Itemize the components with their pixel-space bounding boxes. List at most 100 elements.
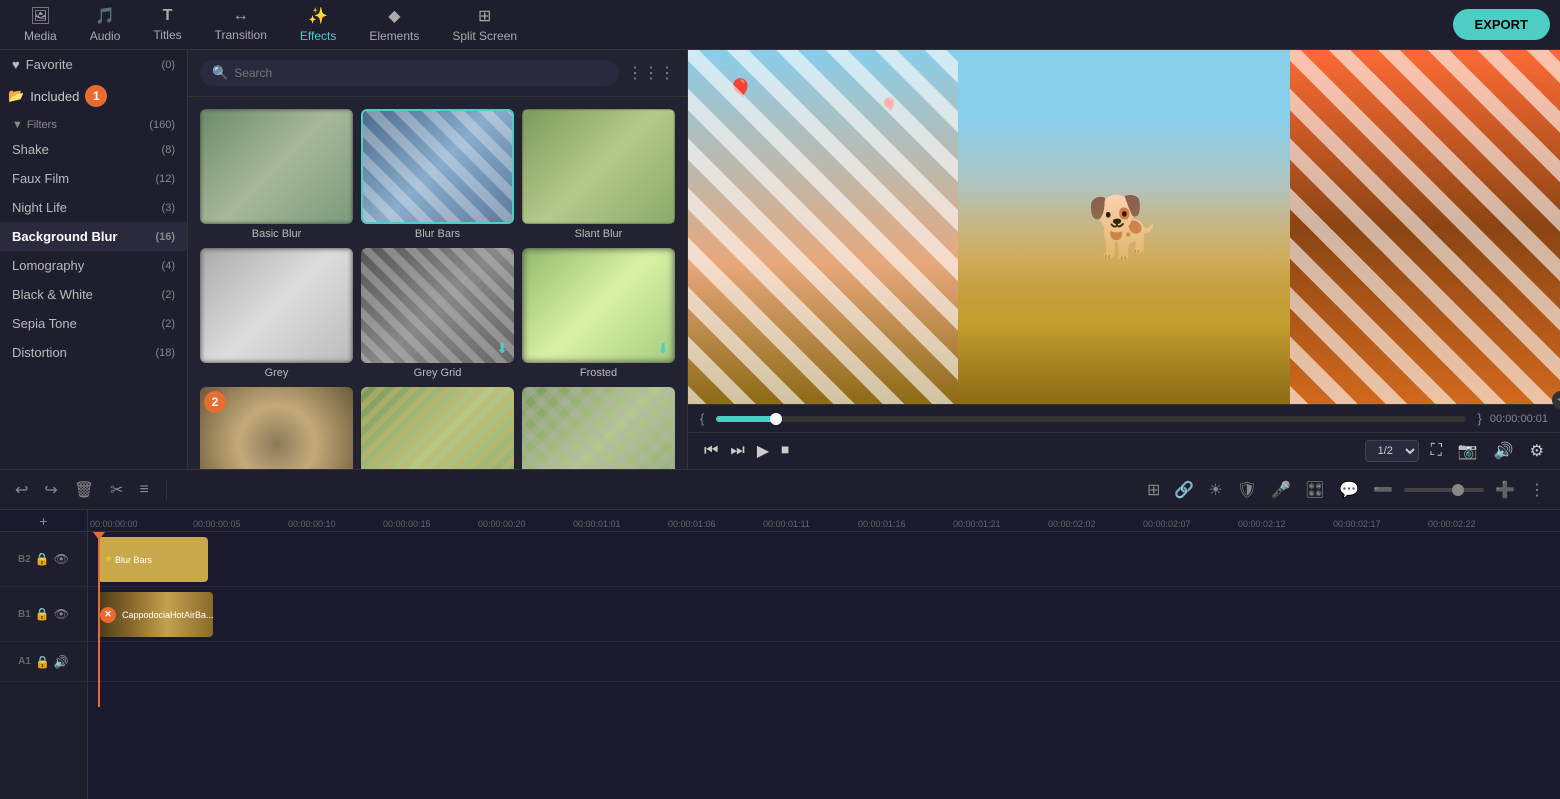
grid-layout-icon[interactable]: ⋮⋮⋮ [627, 63, 675, 83]
properties-button[interactable]: ≡ [137, 478, 152, 502]
zoom-handle[interactable] [1452, 484, 1464, 496]
nav-effects[interactable]: ✨ Effects [286, 2, 350, 47]
volume-button[interactable]: 🔊 [1490, 437, 1518, 465]
redo-button[interactable]: ↪ [41, 477, 60, 503]
step-back-button[interactable]: ⏭ [726, 438, 748, 464]
step-badge-1: 1 [85, 85, 107, 107]
add-track-button[interactable]: ⊞ [1144, 477, 1163, 503]
undo-button[interactable]: ↩ [12, 477, 31, 503]
effect-slant-blur[interactable]: Slant Blur [522, 109, 675, 240]
nav-transition[interactable]: ↔ Transition [201, 3, 281, 46]
subtitle-button[interactable]: 💬 [1336, 477, 1362, 503]
shake-label: Shake [12, 142, 49, 157]
timeline: ↩ ↪ 🗑 ✂ ≡ ⊞ 🔗 ☀ 🛡 🎤 🎛 💬 ➖ ➕ ⋮ + [0, 469, 1560, 799]
effect-grey-grid[interactable]: ⬇ Grey Grid [361, 248, 514, 379]
effect-blur-bars[interactable]: Blur Bars [361, 109, 514, 240]
nav-media[interactable]: 🖼 Media [10, 2, 71, 47]
sidebar-item-included[interactable]: 📂 Included 1 ◀ [0, 79, 187, 113]
nav-effects-label: Effects [300, 29, 336, 43]
cut-button[interactable]: ✂ [107, 477, 126, 503]
settings-button[interactable]: ⚙ [1526, 437, 1548, 465]
track-1-label: B1 🔒 👁 [0, 587, 87, 642]
sidebar-item-lomography[interactable]: Lomography (4) [0, 251, 187, 280]
nav-splitscreen[interactable]: ⊞ Split Screen [438, 2, 531, 47]
magnet-button[interactable]: 🔗 [1171, 477, 1197, 503]
nav-splitscreen-label: Split Screen [452, 29, 517, 43]
bracket-start: { [700, 411, 704, 426]
distortion-count: (18) [155, 347, 175, 359]
quality-select[interactable]: 1/2 [1365, 440, 1419, 462]
search-box[interactable]: 🔍 [200, 60, 619, 86]
delete-button[interactable]: 🗑 [71, 477, 97, 503]
sidebar-item-night-life[interactable]: Night Life (3) [0, 193, 187, 222]
snapshot-button[interactable]: 📷 [1454, 437, 1482, 465]
add-media-button[interactable]: + [39, 513, 47, 529]
black-white-count: (2) [162, 289, 175, 301]
ruler-time-2: 00:00:00:10 [288, 519, 336, 529]
stop-button[interactable]: ⏹ [777, 438, 793, 464]
search-icon: 🔍 [212, 65, 228, 81]
audio-lock[interactable]: 🔒 [35, 655, 50, 669]
sun-icon[interactable]: ☀ [1205, 477, 1225, 503]
download-icon-grey-grid: ⬇ [496, 340, 508, 357]
effects-toolbar: 🔍 ⋮⋮⋮ [188, 50, 687, 97]
faux-film-count: (12) [155, 173, 175, 185]
audio-mix-button[interactable]: 🎛 [1302, 477, 1328, 503]
play-button[interactable]: ▶ [753, 437, 773, 465]
nav-audio-label: Audio [90, 29, 121, 43]
sidebar-item-black-white[interactable]: Black & White (2) [0, 280, 187, 309]
tracks-scroll-area[interactable]: 00:00:00:00 00:00:00:05 00:00:00:10 00:0… [88, 510, 1560, 799]
video-preview-inner: 🐕 [688, 50, 1560, 404]
nav-titles[interactable]: T Titles [139, 3, 195, 46]
background-blur-label: Background Blur [12, 229, 117, 244]
track-1-eye[interactable]: 👁 [54, 607, 69, 621]
more-options-button[interactable]: ⋮ [1526, 477, 1548, 503]
zoom-slider[interactable] [1404, 488, 1484, 492]
sidebar-item-faux-film[interactable]: Faux Film (12) [0, 164, 187, 193]
zoom-in-button[interactable]: ➕ [1492, 477, 1518, 503]
rewind-button[interactable]: ⏮ [700, 438, 722, 464]
effect-interwoven[interactable]: ⬇ Interwoven [361, 387, 514, 470]
search-input[interactable] [234, 66, 607, 80]
faux-film-label: Faux Film [12, 171, 69, 186]
audio-track-content [88, 642, 1560, 682]
ruler-time-6: 00:00:01:06 [668, 519, 716, 529]
chevron-down-icon: ▼ [12, 119, 23, 131]
effect-frosted[interactable]: ⬇ Frosted [522, 248, 675, 379]
sidebar-item-shake[interactable]: Shake (8) [0, 135, 187, 164]
ruler-time-5: 00:00:01:01 [573, 519, 621, 529]
nav-audio[interactable]: 🎵 Audio [76, 2, 135, 47]
audio-icon: 🎵 [95, 6, 115, 26]
nav-elements-label: Elements [369, 29, 419, 43]
nav-elements[interactable]: ◆ Elements [355, 2, 433, 47]
zoom-out-button[interactable]: ➖ [1370, 477, 1396, 503]
track-1-lock[interactable]: 🔒 [35, 607, 50, 621]
track-2-eye[interactable]: 👁 [54, 552, 69, 566]
effect-diamonds[interactable]: ⬇ Diamonds [522, 387, 675, 470]
progress-handle[interactable] [770, 413, 782, 425]
effect-clip-blur-bars[interactable]: ★ Blur Bars [98, 537, 208, 582]
sidebar-item-favorite[interactable]: ♥ Favorite (0) [0, 50, 187, 79]
ruler-time-12: 00:00:02:12 [1238, 519, 1286, 529]
night-life-label: Night Life [12, 200, 67, 215]
mic-button[interactable]: 🎤 [1268, 477, 1294, 503]
sidebar-item-background-blur[interactable]: Background Blur (16) [0, 222, 187, 251]
shield-button[interactable]: 🛡 [1234, 477, 1260, 503]
progress-bar[interactable] [716, 416, 1465, 422]
sidebar-item-distortion[interactable]: Distortion (18) [0, 338, 187, 367]
fullscreen-button[interactable]: ⛶ [1427, 438, 1446, 464]
effect-basic-blur[interactable]: Basic Blur [200, 109, 353, 240]
diagonal-overlay-right [1290, 50, 1560, 404]
clip-x-button[interactable]: ✕ [100, 607, 116, 623]
effect-grey[interactable]: Grey [200, 248, 353, 379]
sidebar-item-sepia-tone[interactable]: Sepia Tone (2) [0, 309, 187, 338]
effect-rings[interactable]: 2 Rings [200, 387, 353, 470]
track-2-lock[interactable]: 🔒 [35, 552, 50, 566]
audio-volume[interactable]: 🔊 [54, 655, 69, 669]
export-button[interactable]: EXPORT [1453, 9, 1550, 40]
download-icon-frosted: ⬇ [657, 340, 669, 357]
media-icon: 🖼 [30, 6, 50, 26]
video-clip-main[interactable]: ✕ CappodociaHotAirBa... [98, 592, 213, 637]
distortion-label: Distortion [12, 345, 67, 360]
effect-thumb-diamonds: ⬇ [522, 387, 675, 470]
